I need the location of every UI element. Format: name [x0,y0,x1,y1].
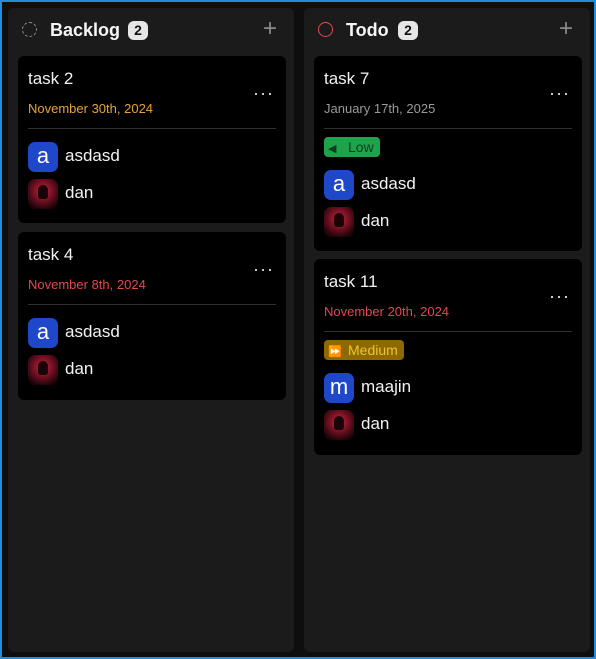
add-task-button[interactable]: + [556,17,576,41]
task-title: task 2 [28,69,74,88]
ellipsis-icon: ··· [253,259,274,279]
ellipsis-icon: ··· [253,83,274,103]
divider [324,128,572,129]
task-title: task 7 [324,69,370,88]
count-badge: 2 [398,21,418,40]
plus-icon: + [262,15,277,42]
task-card[interactable]: task 11 November 20th, 2024 ··· ⏩ Medium … [314,259,582,455]
priority-label: Low [348,139,374,155]
assignee-name: dan [361,211,390,230]
more-options-button[interactable]: ··· [253,84,274,102]
due-date: January 17th, 2025 [324,101,436,116]
plus-icon: + [558,15,573,42]
divider [324,331,572,332]
avatar [28,355,58,385]
fast-forward-icon: ⏩ [328,346,342,358]
assignee-name: asdasd [65,322,120,341]
assignee-name: dan [65,359,94,378]
task-card[interactable]: task 7 January 17th, 2025 ··· ◀ Low a asd… [314,56,582,251]
signal-low-icon: ◀ [328,143,337,155]
ellipsis-icon: ··· [549,286,570,306]
task-title: task 11 [324,272,378,291]
column-header: Backlog 2 + [8,8,294,54]
ellipsis-icon: ··· [549,83,570,103]
circle-icon [318,22,333,37]
board: Backlog 2 + task 2 November 30th, 2024 ·… [0,0,596,659]
task-card[interactable]: task 4 November 8th, 2024 ··· a asdasd d… [18,232,286,400]
more-options-button[interactable]: ··· [549,84,570,102]
due-date: November 8th, 2024 [28,277,146,292]
column-header: Todo 2 + [304,8,590,54]
priority-badge[interactable]: ◀ Low [324,137,380,157]
avatar: m [324,373,354,403]
avatar: a [28,318,58,348]
column-title: Todo [346,20,389,40]
column-title: Backlog [50,20,121,40]
divider [28,304,276,305]
avatar [28,179,58,209]
column-backlog: Backlog 2 + task 2 November 30th, 2024 ·… [8,8,294,652]
column-todo: Todo 2 + task 7 January 17th, 2025 ··· ◀… [304,8,590,652]
count-badge: 2 [128,21,148,40]
avatar [324,410,354,440]
assignee-name: dan [361,414,390,433]
divider [28,128,276,129]
dashed-circle-icon [22,22,37,37]
more-options-button[interactable]: ··· [549,287,570,305]
assignee-name: asdasd [361,174,416,193]
assignee-name: maajin [361,377,412,396]
avatar: a [28,142,58,172]
priority-label: Medium [348,342,398,358]
task-card[interactable]: task 2 November 30th, 2024 ··· a asdasd … [18,56,286,223]
avatar: a [324,170,354,200]
add-task-button[interactable]: + [260,17,280,41]
avatar [324,207,354,237]
assignee-name: dan [65,183,94,202]
due-date: November 20th, 2024 [324,304,450,319]
priority-badge[interactable]: ⏩ Medium [324,340,404,360]
task-title: task 4 [28,245,74,264]
more-options-button[interactable]: ··· [253,260,274,278]
due-date: November 30th, 2024 [28,101,154,116]
assignee-name: asdasd [65,146,120,165]
